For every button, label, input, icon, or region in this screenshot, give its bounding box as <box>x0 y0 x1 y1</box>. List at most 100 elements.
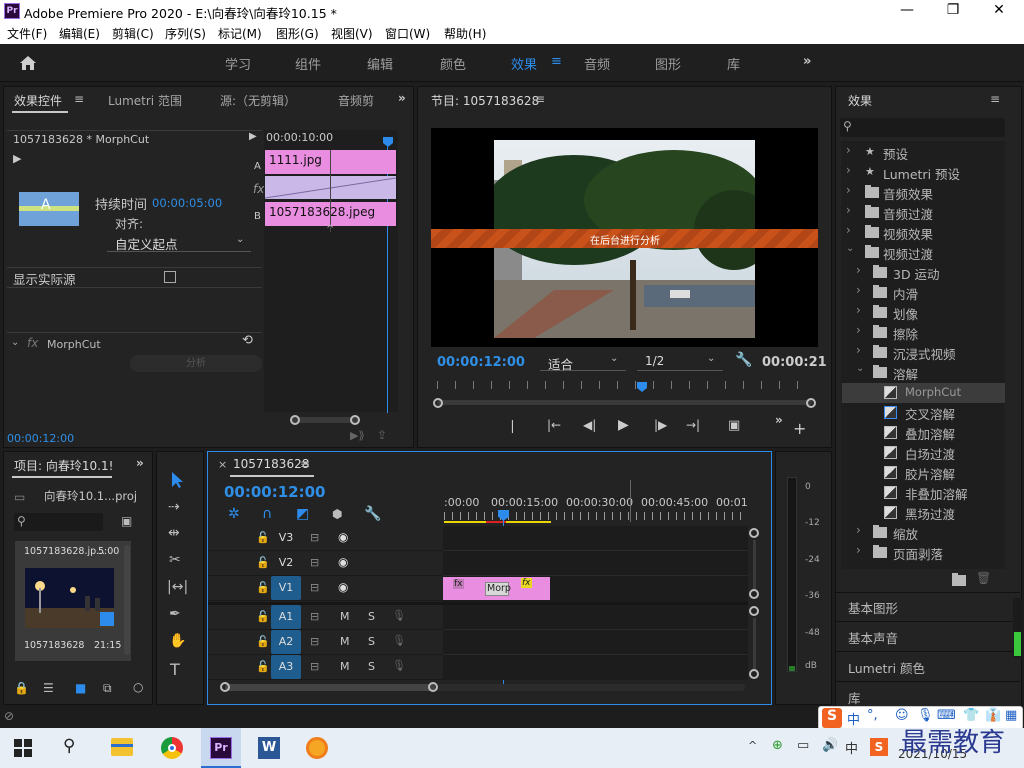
track-target-v3[interactable]: V3 <box>271 526 301 550</box>
tab-source[interactable]: 源:（无剪辑） <box>220 92 296 109</box>
mute-button[interactable]: M <box>340 635 350 648</box>
solo-button[interactable]: S <box>368 610 375 623</box>
lock-icon[interactable]: 🔓 <box>256 531 270 544</box>
more-controls-icon[interactable]: » <box>775 413 783 427</box>
close-button[interactable]: ✕ <box>976 2 1022 18</box>
tree-item-page-peel[interactable]: › 页面剥落 <box>856 543 1006 563</box>
tree-item-additive-dissolve[interactable]: 叠加溶解 <box>884 423 1004 443</box>
timeline-ruler[interactable] <box>444 512 746 520</box>
timeline-scroll-thumb[interactable] <box>225 684 435 691</box>
tray-app-icon[interactable]: ⊕ <box>772 738 783 753</box>
workspace-more-button[interactable]: » <box>803 54 811 69</box>
razor-tool-icon[interactable]: ✂ <box>169 552 181 568</box>
delete-icon[interactable]: 🗑 <box>976 571 991 585</box>
ripple-edit-tool-icon[interactable]: ⇹ <box>168 525 180 541</box>
lock-icon[interactable]: 🔓 <box>256 635 270 648</box>
tree-item-non-additive-dissolve[interactable]: 非叠加溶解 <box>884 483 1004 503</box>
fit-dropdown[interactable]: 适合 ⌄ <box>540 353 626 372</box>
menu-file[interactable]: 文件(F) <box>7 25 47 42</box>
collapse-chevron-icon[interactable]: ⌄ <box>11 337 19 348</box>
track-target-v1[interactable]: V1 <box>271 576 301 600</box>
sync-lock-icon[interactable]: ⊟ <box>310 610 319 623</box>
menu-view[interactable]: 视图(V) <box>331 25 373 42</box>
section-essential-graphics[interactable]: 基本图形 <box>848 598 898 617</box>
sync-lock-icon[interactable]: ⊟ <box>310 531 319 544</box>
eye-icon[interactable]: ◉ <box>338 530 348 544</box>
export-icon[interactable]: ⇪ <box>377 428 387 442</box>
word-icon[interactable]: W <box>258 737 280 759</box>
sync-lock-icon[interactable]: ⊟ <box>310 635 319 648</box>
timeline-timecode[interactable]: 00:00:12:00 <box>224 483 326 501</box>
add-button-icon[interactable]: + <box>793 419 806 438</box>
sync-lock-icon[interactable]: ⊟ <box>310 660 319 673</box>
project-more-button[interactable]: » <box>136 456 144 470</box>
mute-button[interactable]: M <box>340 660 350 673</box>
tab-audio-clip-mixer[interactable]: 音频剪 <box>338 92 376 109</box>
menu-graphics[interactable]: 图形(G) <box>276 25 319 42</box>
tab-lumetri-scopes[interactable]: Lumetri 范围 <box>108 92 182 109</box>
tree-item-audio-effects[interactable]: › 音频效果 <box>846 183 1006 203</box>
mute-button[interactable]: M <box>340 610 350 623</box>
ime-skin2-icon[interactable]: 👔 <box>985 708 1001 723</box>
go-to-out-icon[interactable]: →| <box>686 418 700 432</box>
ime-grid-icon[interactable]: ▦ <box>1005 708 1017 723</box>
tree-item-video-transitions[interactable]: ⌄ 视频过渡 <box>846 243 1006 263</box>
video-tracks-scroll-bottom[interactable] <box>749 589 759 599</box>
lock-icon[interactable]: 🔓 <box>256 556 270 569</box>
track-select-tool-icon[interactable]: ⇢ <box>168 499 180 515</box>
timeline-zoom-right[interactable] <box>428 682 438 692</box>
workspace-audio[interactable]: 音频 <box>584 54 610 73</box>
search-icon[interactable]: ⚲ <box>63 736 75 756</box>
wrench-icon[interactable]: 🔧 <box>735 352 752 368</box>
menu-edit[interactable]: 编辑(E) <box>59 25 100 42</box>
tree-item-presets[interactable]: › ★ 预设 <box>846 143 1006 163</box>
eye-icon[interactable]: ◉ <box>338 555 348 569</box>
timeline-menu-icon[interactable]: ≡ <box>300 457 310 471</box>
menu-sequence[interactable]: 序列(S) <box>165 25 206 42</box>
section-lumetri-color[interactable]: Lumetri 颜色 <box>848 658 925 677</box>
step-back-icon[interactable]: ◀| <box>583 418 596 432</box>
play-button-icon[interactable]: ▶ <box>618 417 629 433</box>
show-source-checkbox[interactable] <box>164 271 176 283</box>
file-explorer-icon[interactable] <box>111 738 133 756</box>
minimize-button[interactable]: — <box>884 2 930 18</box>
section-libraries[interactable]: 库 <box>848 688 861 707</box>
play-only-icon[interactable]: ▶ <box>13 152 21 165</box>
tree-item-immersive-video[interactable]: › 沉浸式视频 <box>856 343 1006 363</box>
track-target-a3[interactable]: A3 <box>271 655 301 679</box>
program-timecode[interactable]: 00:00:12:00 <box>437 355 525 370</box>
tray-sogou-icon[interactable]: S <box>870 738 888 756</box>
snap-icon[interactable]: ∩ <box>262 506 272 522</box>
workspace-libraries[interactable]: 库 <box>727 54 740 73</box>
tree-item-audio-transitions[interactable]: › 音频过渡 <box>846 203 1006 223</box>
lock-icon[interactable]: 🔓 <box>256 581 270 594</box>
ec-zoom-handle-left[interactable] <box>290 415 300 425</box>
tree-item-slide[interactable]: › 内滑 <box>856 283 1006 303</box>
nest-toggle-icon[interactable]: ✲ <box>228 506 240 522</box>
chrome-icon[interactable] <box>161 737 183 759</box>
mark-in-icon[interactable]: ❘ <box>507 419 518 434</box>
zoom-slider-icon[interactable]: ○ <box>133 680 143 694</box>
linked-selection-icon[interactable]: ◩ <box>296 506 309 522</box>
workspace-assembly[interactable]: 组件 <box>295 54 321 73</box>
analyze-button[interactable]: 分析 <box>130 355 262 372</box>
audio-tracks-scroll-bottom[interactable] <box>749 669 759 679</box>
reset-icon[interactable]: ⟲ <box>242 333 253 348</box>
tray-volume-icon[interactable]: 🔊 <box>822 738 838 753</box>
tree-item-lumetri-presets[interactable]: › ★ Lumetri 预设 <box>846 163 1006 183</box>
new-bin-icon[interactable] <box>952 573 966 586</box>
tree-item-video-effects[interactable]: › 视频效果 <box>846 223 1006 243</box>
tab-effect-controls[interactable]: 效果控件 <box>14 92 62 109</box>
menu-help[interactable]: 帮助(H) <box>444 25 486 42</box>
tree-item-film-dissolve[interactable]: 胶片溶解 <box>884 463 1004 483</box>
tree-item-3d-motion[interactable]: › 3D 运动 <box>856 263 1006 283</box>
ime-emoji-icon[interactable]: ☺ <box>895 708 909 723</box>
freeform-view-icon[interactable]: ⧉ <box>103 681 112 696</box>
tree-item-dip-to-black[interactable]: 黑场过渡 <box>884 503 1004 523</box>
project-thumbnail[interactable] <box>25 568 114 628</box>
workspace-learn[interactable]: 学习 <box>225 54 251 73</box>
project-title[interactable]: 项目: 向春玲10.1! <box>14 457 114 474</box>
step-forward-icon[interactable]: |▶ <box>654 418 667 432</box>
timeline-zoom-left[interactable] <box>220 682 230 692</box>
tray-network-icon[interactable]: ▭ <box>797 738 809 753</box>
